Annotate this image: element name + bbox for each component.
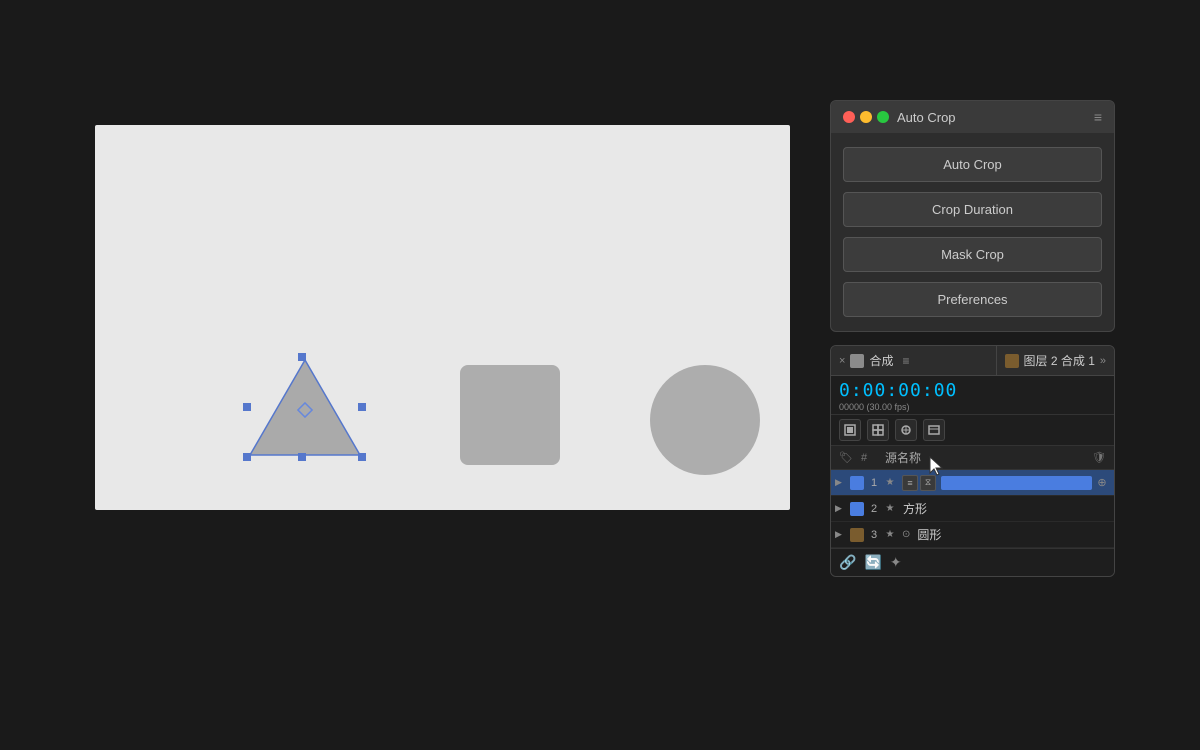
layer-2-name: 方形 [899,500,1110,517]
toolbar-btn-4[interactable] [923,419,945,441]
shield-icon: 🛡 [1092,451,1106,464]
toolbar-btn-3[interactable] [895,419,917,441]
layer-row-1[interactable]: ▶ 1 ★ ≡ ⧖ ⊕ [831,470,1114,496]
layer-3-expand: ▶ [835,529,847,540]
panel-menu-icon[interactable]: ≡ [1094,109,1102,125]
canvas-area [95,125,790,510]
layer-3-name: 圆形 [913,526,1110,543]
footer-btn-1[interactable]: 🔗 [839,554,856,571]
timecode-area: 0:00:00:00 00000 (30.00 fps) [831,376,1114,415]
square-shape [460,365,560,465]
comp-footer: 🔗 🔄 ✦ [831,548,1114,576]
layer-3-icon: ⊙ [902,529,910,540]
comp-expand-icon[interactable]: » [1100,355,1106,367]
layer-row-2[interactable]: ▶ 2 ★ 方形 [831,496,1114,522]
comp-title: 合成 [869,352,893,369]
layer-1-icon-1[interactable]: ≡ [902,475,918,491]
footer-btn-2[interactable]: 🔄 [864,554,881,571]
layer-1-expand: ▶ [835,477,847,488]
panel-title: Auto Crop [897,110,1086,125]
layer-2-num: 2 [867,503,881,515]
timecode-display: 0:00:00:00 [839,380,1106,401]
auto-crop-panel: Auto Crop ≡ Auto Crop Crop Duration Mask… [830,100,1115,332]
comp-color-swatch [850,354,864,368]
auto-crop-button[interactable]: Auto Crop [843,147,1102,182]
layer-1-star[interactable]: ★ [883,477,897,488]
tag-icon: 🏷 [839,451,853,464]
maximize-button[interactable] [877,111,889,123]
close-button[interactable] [843,111,855,123]
auto-crop-panel-header: Auto Crop ≡ [831,101,1114,133]
mask-crop-button[interactable]: Mask Crop [843,237,1102,272]
composition-panel: × 合成 ≡ 图层 2 合成 1 » 0:00:00:00 00000 (30.… [830,345,1115,577]
circle-shape [650,365,760,475]
timecode-fps: 00000 (30.00 fps) [839,402,1106,412]
comp-close-icon[interactable]: × [839,355,845,367]
col-name: 源名称 [885,449,1084,466]
crop-duration-button[interactable]: Crop Duration [843,192,1102,227]
layer-3-swatch [850,528,864,542]
layer-3-num: 3 [867,529,881,541]
comp-menu-icon[interactable]: ≡ [898,354,913,368]
layer-3-star[interactable]: ★ [883,529,897,540]
comp-panel-header: × 合成 ≡ 图层 2 合成 1 » [831,346,1114,376]
comp-header-right: 图层 2 合成 1 » [996,346,1114,375]
comp-toolbar [831,415,1114,446]
layer-2-expand: ▶ [835,503,847,514]
comp-layer-title: 图层 2 合成 1 [1024,352,1095,369]
comp-layer-swatch [1005,354,1019,368]
comp-columns: 🏷 # 源名称 🛡 [831,446,1114,470]
app-background: Auto Crop ≡ Auto Crop Crop Duration Mask… [0,0,1200,750]
layer-1-swatch [850,476,864,490]
layer-2-star[interactable]: ★ [883,503,897,514]
layer-2-swatch [850,502,864,516]
comp-header-left: × 合成 ≡ [831,346,996,375]
triangle-shape[interactable] [240,345,370,475]
layer-1-icons: ≡ ⧖ [902,475,936,491]
toolbar-btn-1[interactable] [839,419,861,441]
window-controls [843,111,889,123]
layer-1-bar [941,476,1092,490]
toolbar-btn-2[interactable] [867,419,889,441]
preferences-button[interactable]: Preferences [843,282,1102,317]
layer-1-icon-2[interactable]: ⧖ [920,475,936,491]
layer-1-num: 1 [867,477,881,489]
footer-btn-3[interactable]: ✦ [890,554,902,571]
layer-row-3[interactable]: ▶ 3 ★ ⊙ 圆形 [831,522,1114,548]
auto-crop-panel-body: Auto Crop Crop Duration Mask Crop Prefer… [831,133,1114,331]
layer-1-end: ⊕ [1094,476,1110,489]
col-hash: # [861,452,877,464]
minimize-button[interactable] [860,111,872,123]
